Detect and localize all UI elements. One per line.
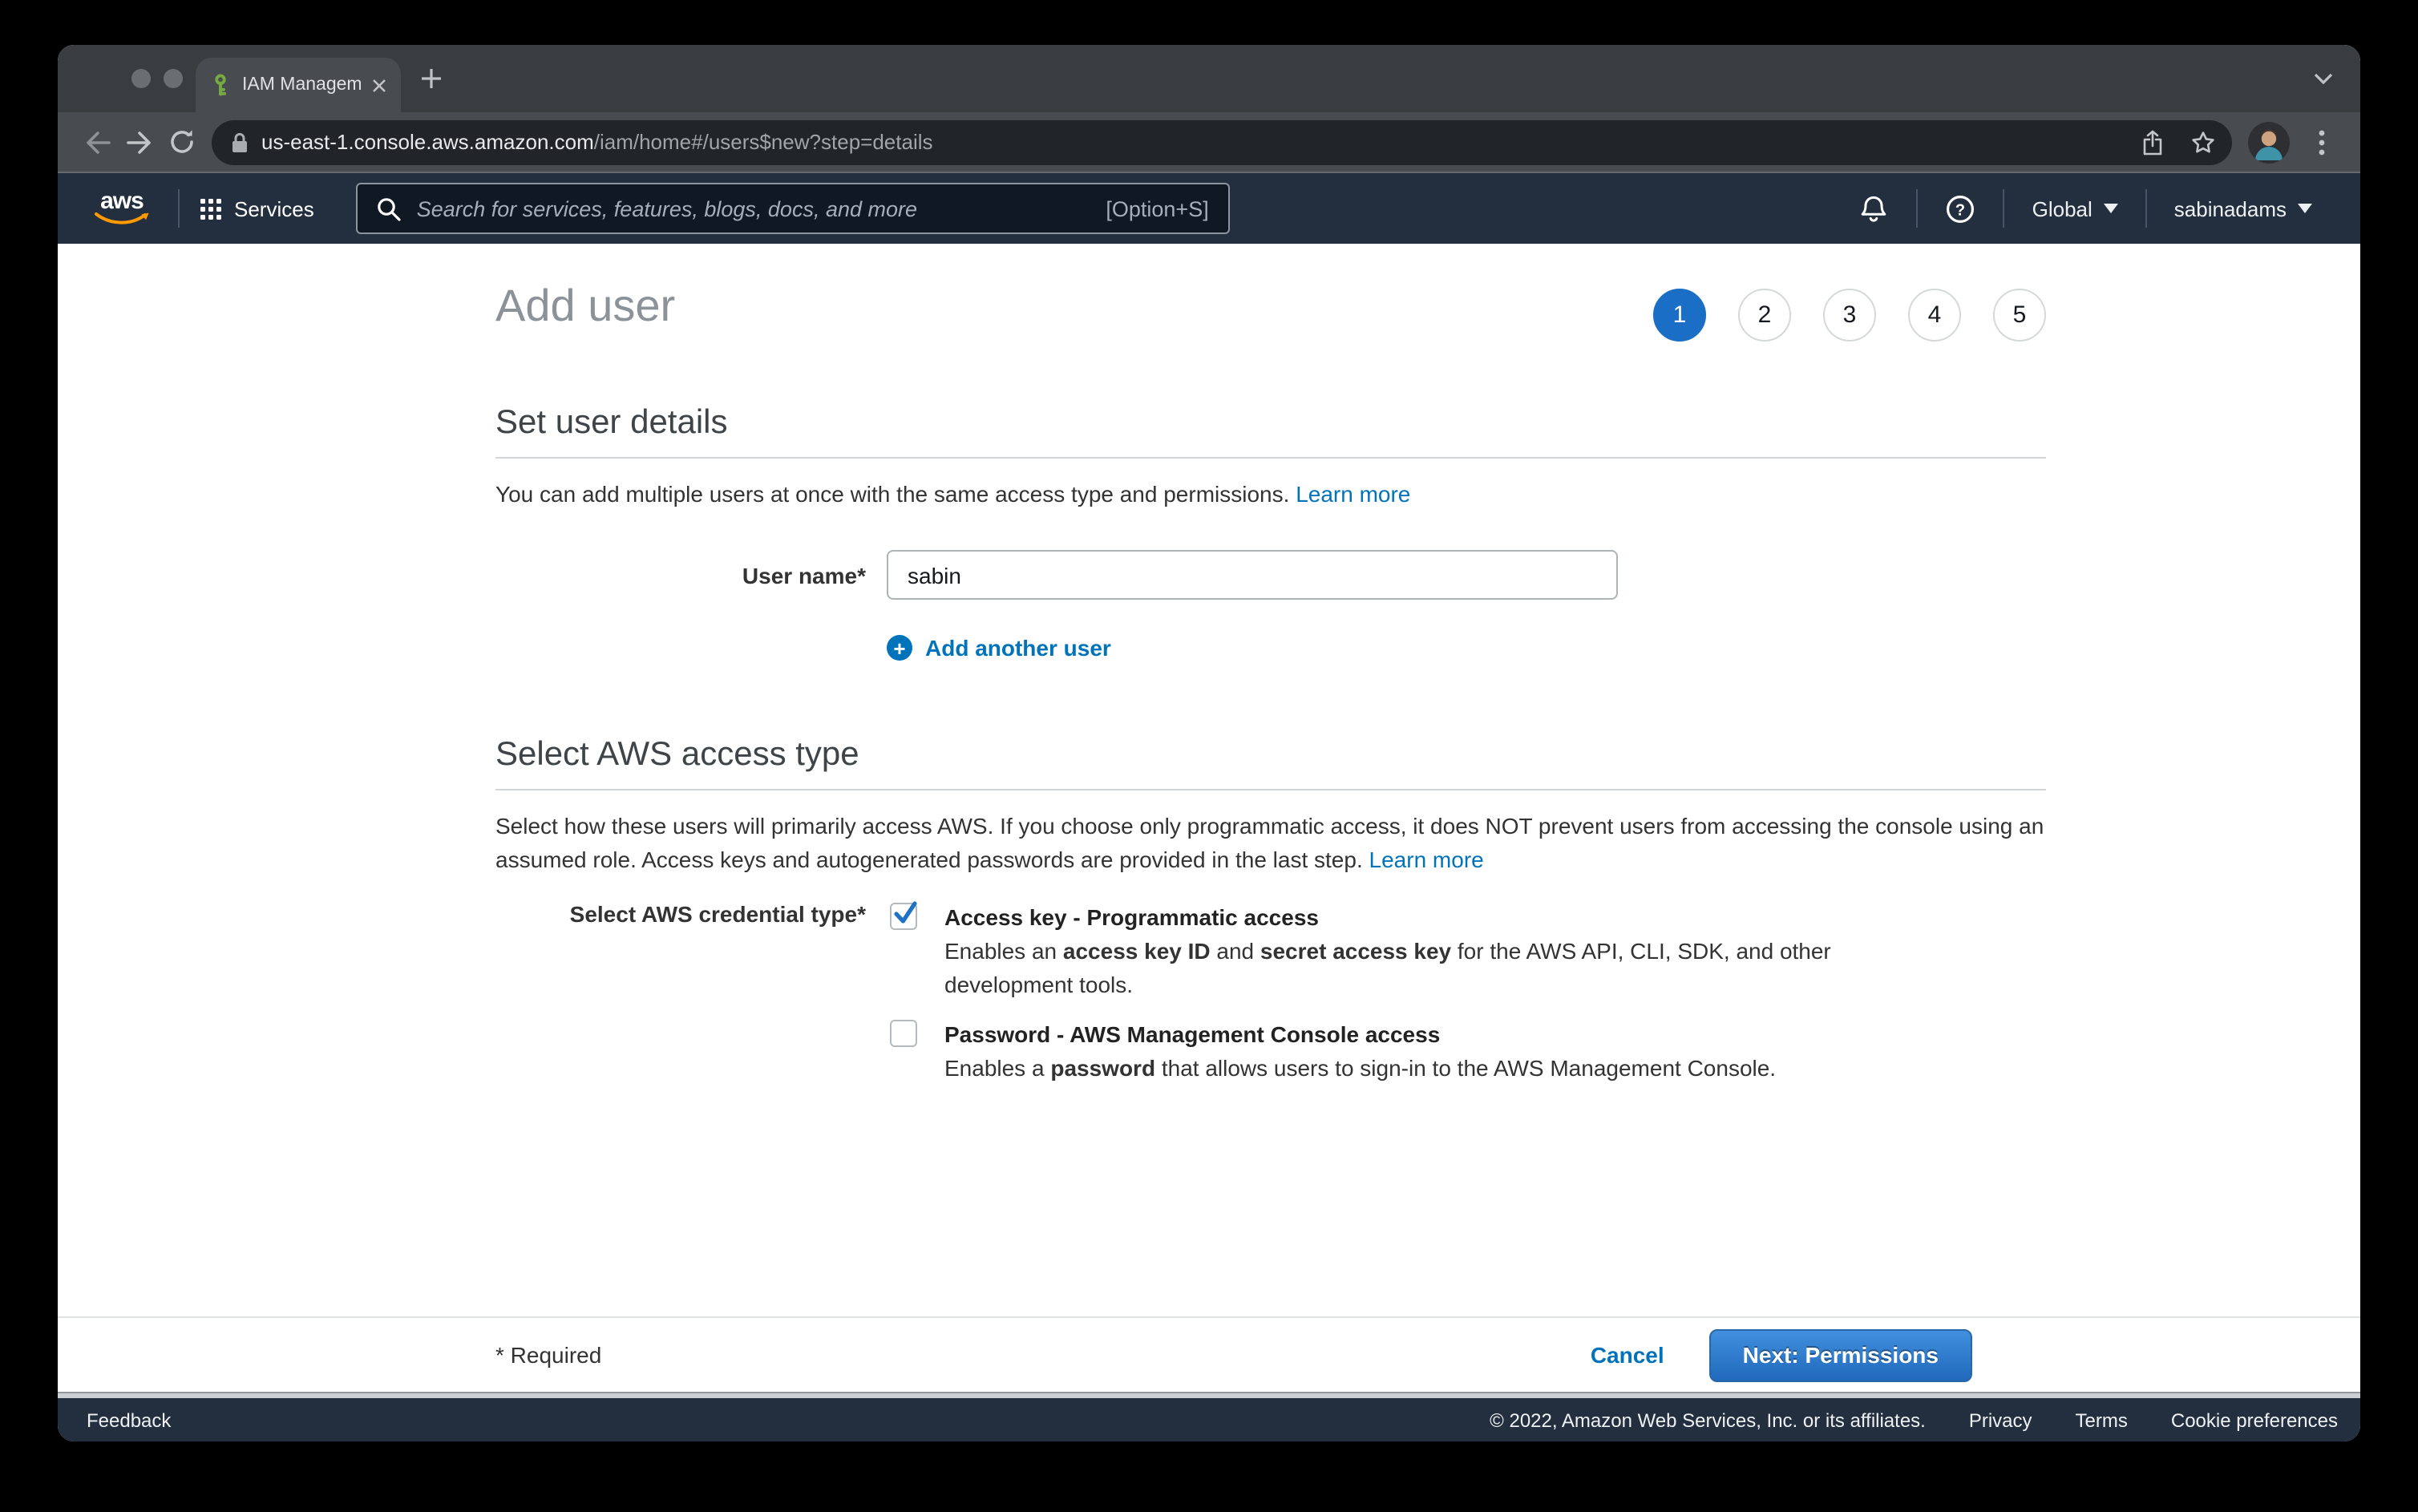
nav-divider [2004, 189, 2005, 228]
tab-strip: IAM Management Console [58, 45, 2360, 112]
nav-divider [1917, 189, 1919, 228]
page-bottom-strip [58, 1392, 2360, 1398]
close-window-button[interactable] [131, 69, 151, 88]
account-label: sabinadams [2174, 196, 2287, 220]
cookie-preferences-link[interactable]: Cookie preferences [2171, 1409, 2338, 1431]
wizard-steps: 1 2 3 4 5 [1653, 289, 2046, 342]
wizard-step-5: 5 [1993, 289, 2046, 342]
learn-more-link[interactable]: Learn more [1369, 846, 1484, 871]
wizard-step-3: 3 [1823, 289, 1876, 342]
username-label: User name* [495, 562, 887, 588]
chevron-down-icon [2104, 204, 2118, 213]
services-label: Services [234, 196, 314, 220]
wizard-step-2: 2 [1738, 289, 1791, 342]
wizard-step-1: 1 [1653, 289, 1706, 342]
region-label: Global [2032, 196, 2092, 220]
minimize-window-button[interactable] [164, 69, 183, 88]
url-path: /iam/home#/users$new?step=details [594, 130, 2120, 154]
credential-option-password: Password - AWS Management Console access… [887, 1017, 1839, 1085]
lock-icon [231, 131, 249, 153]
option-title: Password - AWS Management Console access [944, 1017, 1776, 1051]
reload-icon[interactable] [160, 121, 202, 163]
plus-circle-icon: + [887, 635, 912, 661]
region-selector[interactable]: Global [2032, 196, 2118, 220]
aws-logo[interactable]: aws [87, 190, 157, 227]
access-key-checkbox[interactable] [890, 902, 917, 929]
section-divider [495, 788, 2046, 790]
console-bottom-bar: Feedback © 2022, Amazon Web Services, In… [58, 1398, 2360, 1441]
aws-nav-bar: aws Services [Option+S] [58, 173, 2360, 244]
search-shortcut-hint: [Option+S] [1106, 196, 1208, 220]
intro-text: You can add multiple users at once with … [495, 481, 1289, 507]
help-icon[interactable]: ? [1946, 193, 1976, 224]
intro-text: Select how these users will primarily ac… [495, 812, 2044, 871]
privacy-link[interactable]: Privacy [1969, 1409, 2032, 1431]
section-heading-access-type: Select AWS access type [495, 734, 2046, 775]
services-menu[interactable]: Services [200, 196, 314, 220]
browser-tab[interactable]: IAM Management Console [196, 58, 401, 112]
browser-menu-icon[interactable] [2303, 123, 2341, 161]
tab-title: IAM Management Console [242, 75, 361, 95]
page-title: Add user [495, 279, 675, 334]
nav-divider [178, 189, 180, 228]
password-checkbox[interactable] [890, 1019, 917, 1046]
svg-text:?: ? [1956, 200, 1966, 218]
forward-icon[interactable] [119, 121, 160, 163]
credential-type-label: Select AWS credential type* [495, 900, 887, 926]
section-divider [495, 457, 2046, 459]
terms-link[interactable]: Terms [2076, 1409, 2128, 1431]
desktop-background: IAM Management Console [0, 0, 2418, 1512]
section-heading-user-details: Set user details [495, 402, 2046, 444]
back-icon[interactable] [77, 121, 119, 163]
wizard-step-4: 4 [1908, 289, 1961, 342]
tab-search-chevron-icon[interactable] [2312, 69, 2335, 88]
chevron-down-icon [2298, 204, 2312, 213]
required-note: * Required [495, 1342, 601, 1368]
browser-window: IAM Management Console [58, 45, 2360, 1441]
access-type-intro: Select how these users will primarily ac… [495, 809, 2046, 876]
next-permissions-button[interactable]: Next: Permissions [1709, 1328, 1972, 1381]
address-bar[interactable]: us-east-1.console.aws.amazon.com /iam/ho… [212, 119, 2232, 164]
new-tab-button[interactable] [417, 64, 446, 93]
aws-search-box[interactable]: [Option+S] [356, 183, 1230, 234]
username-input[interactable] [887, 550, 1618, 600]
copyright-text: © 2022, Amazon Web Services, Inc. or its… [1490, 1409, 1926, 1431]
option-description: Enables an access key ID and secret acce… [944, 934, 1839, 1001]
main-content: Add user 1 2 3 4 5 Set user details You … [58, 244, 2360, 1316]
notifications-bell-icon[interactable] [1859, 193, 1890, 224]
tab-close-icon[interactable] [372, 78, 386, 92]
url-domain: us-east-1.console.aws.amazon.com [261, 130, 594, 154]
search-input[interactable] [417, 196, 1090, 220]
bookmark-star-icon[interactable] [2184, 123, 2222, 161]
profile-avatar[interactable] [2248, 121, 2290, 163]
cancel-button[interactable]: Cancel [1591, 1342, 1664, 1368]
iam-key-favicon [210, 74, 231, 96]
credential-option-access-key: Access key - Programmatic access Enables… [887, 900, 1839, 1001]
browser-toolbar: us-east-1.console.aws.amazon.com /iam/ho… [58, 112, 2360, 173]
share-icon[interactable] [2133, 123, 2171, 161]
nav-divider [2145, 189, 2147, 228]
feedback-button[interactable]: Feedback [87, 1409, 171, 1431]
add-another-user-label: Add another user [925, 635, 1111, 661]
search-icon [377, 196, 401, 220]
learn-more-link[interactable]: Learn more [1296, 481, 1410, 507]
services-grid-icon [200, 198, 221, 219]
aws-logo-text: aws [100, 190, 144, 211]
option-title: Access key - Programmatic access [944, 900, 1839, 934]
add-another-user-button[interactable]: + Add another user [887, 635, 1111, 661]
option-description: Enables a password that allows users to … [944, 1051, 1776, 1085]
account-menu[interactable]: sabinadams [2174, 196, 2312, 220]
wizard-footer: * Required Cancel Next: Permissions [58, 1316, 2360, 1392]
user-details-intro: You can add multiple users at once with … [495, 478, 2046, 511]
checkmark-icon [892, 899, 919, 926]
